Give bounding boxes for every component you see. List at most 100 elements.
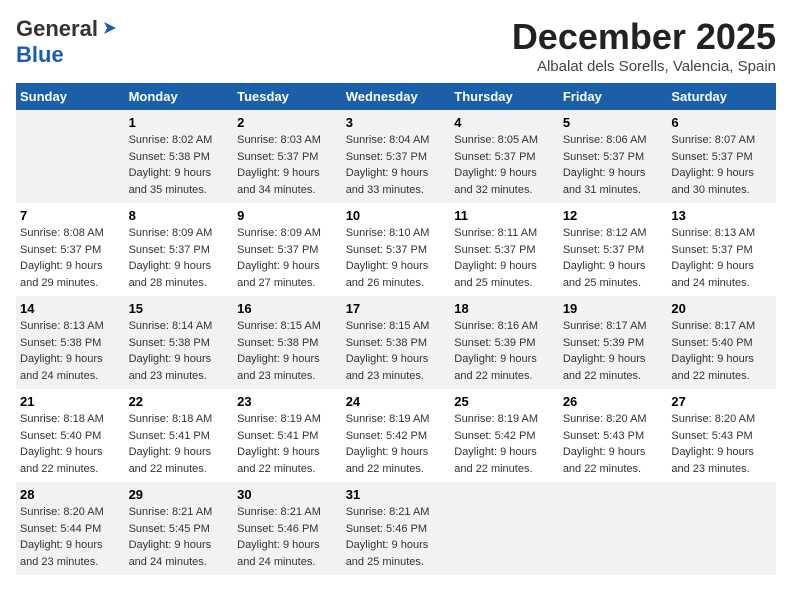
- day-number: 3: [346, 115, 447, 130]
- daylight-label: Daylight: 9 hours and 29 minutes.: [20, 260, 103, 289]
- day-number: 12: [563, 208, 664, 223]
- weekday-header-thursday: Thursday: [450, 83, 559, 110]
- day-number: 4: [454, 115, 555, 130]
- sunrise-label: Sunrise: 8:04 AM: [346, 134, 430, 146]
- sunset-label: Sunset: 5:44 PM: [20, 523, 101, 535]
- sunset-label: Sunset: 5:46 PM: [346, 523, 427, 535]
- day-info: Sunrise: 8:17 AMSunset: 5:39 PMDaylight:…: [563, 318, 664, 384]
- day-number: 13: [671, 208, 772, 223]
- day-number: 19: [563, 301, 664, 316]
- day-number: 7: [20, 208, 121, 223]
- day-number: 15: [129, 301, 230, 316]
- day-info: Sunrise: 8:13 AMSunset: 5:38 PMDaylight:…: [20, 318, 121, 384]
- day-info: Sunrise: 8:10 AMSunset: 5:37 PMDaylight:…: [346, 225, 447, 291]
- calendar-week-row: 7 Sunrise: 8:08 AM Sunset: 5:37 PM Daylight…: [16, 203, 776, 296]
- sunset-label: Sunset: 5:37 PM: [20, 244, 101, 256]
- sunset-label: Sunset: 5:38 PM: [237, 337, 318, 349]
- calendar-cell: 23Sunrise: 8:19 AMSunset: 5:41 PMDayligh…: [233, 389, 342, 482]
- calendar-cell: 1Sunrise: 8:02 AMSunset: 5:38 PMDaylight…: [125, 110, 234, 203]
- calendar-week-row: 21Sunrise: 8:18 AMSunset: 5:40 PMDayligh…: [16, 389, 776, 482]
- calendar-cell: [16, 110, 125, 203]
- sunrise-label: Sunrise: 8:08 AM: [20, 227, 104, 239]
- daylight-label: Daylight: 9 hours and 25 minutes.: [454, 260, 537, 289]
- day-info: Sunrise: 8:21 AMSunset: 5:46 PMDaylight:…: [237, 504, 338, 570]
- day-number: 6: [671, 115, 772, 130]
- calendar-cell: 14 Sunrise: 8:13 AMSunset: 5:38 PMDayligh…: [16, 296, 125, 389]
- day-info: Sunrise: 8:21 AMSunset: 5:45 PMDaylight:…: [129, 504, 230, 570]
- month-year-title: December 2025: [512, 16, 776, 58]
- day-number: 27: [671, 394, 772, 409]
- sunrise-label: Sunrise: 8:09 AM: [237, 227, 321, 239]
- calendar-cell: 6Sunrise: 8:07 AMSunset: 5:37 PMDaylight…: [667, 110, 776, 203]
- sunrise-label: Sunrise: 8:05 AM: [454, 134, 538, 146]
- daylight-label: Daylight: 9 hours and 34 minutes.: [237, 167, 320, 196]
- calendar-cell: [559, 482, 668, 575]
- weekday-header-wednesday: Wednesday: [342, 83, 451, 110]
- calendar-week-row: 1Sunrise: 8:02 AMSunset: 5:38 PMDaylight…: [16, 110, 776, 203]
- day-number: 20: [671, 301, 772, 316]
- sunset-label: Sunset: 5:42 PM: [346, 430, 427, 442]
- sunrise-label: Sunrise: 8:20 AM: [563, 413, 647, 425]
- day-info: Sunrise: 8:11 AMSunset: 5:37 PMDaylight:…: [454, 225, 555, 291]
- sunrise-label: Sunrise: 8:02 AM: [129, 134, 213, 146]
- sunrise-label: Sunrise: 8:09 AM: [129, 227, 213, 239]
- daylight-label: Daylight: 9 hours and 24 minutes.: [20, 353, 103, 382]
- sunset-label: Sunset: 5:39 PM: [563, 337, 644, 349]
- sunrise-label: Sunrise: 8:19 AM: [346, 413, 430, 425]
- sunset-label: Sunset: 5:37 PM: [346, 244, 427, 256]
- sunrise-label: Sunrise: 8:06 AM: [563, 134, 647, 146]
- sunrise-label: Sunrise: 8:21 AM: [129, 506, 213, 518]
- day-info: Sunrise: 8:14 AMSunset: 5:38 PMDaylight:…: [129, 318, 230, 384]
- sunrise-label: Sunrise: 8:18 AM: [129, 413, 213, 425]
- day-info: Sunrise: 8:08 AM Sunset: 5:37 PM Daylight:…: [20, 225, 121, 291]
- daylight-label: Daylight: 9 hours and 24 minutes.: [237, 539, 320, 568]
- sunset-label: Sunset: 5:38 PM: [129, 337, 210, 349]
- calendar-cell: 31Sunrise: 8:21 AMSunset: 5:46 PMDayligh…: [342, 482, 451, 575]
- day-number: 2: [237, 115, 338, 130]
- sunrise-label: Sunrise: 8:19 AM: [454, 413, 538, 425]
- calendar-cell: 22Sunrise: 8:18 AMSunset: 5:41 PMDayligh…: [125, 389, 234, 482]
- calendar-cell: 19Sunrise: 8:17 AMSunset: 5:39 PMDayligh…: [559, 296, 668, 389]
- daylight-label: Daylight: 9 hours and 25 minutes.: [563, 260, 646, 289]
- sunset-label: Sunset: 5:40 PM: [671, 337, 752, 349]
- sunrise-label: Sunrise: 8:19 AM: [237, 413, 321, 425]
- sunrise-label: Sunrise: 8:17 AM: [563, 320, 647, 332]
- calendar-cell: 25Sunrise: 8:19 AMSunset: 5:42 PMDayligh…: [450, 389, 559, 482]
- daylight-label: Daylight: 9 hours and 24 minutes.: [129, 539, 212, 568]
- sunrise-label: Sunrise: 8:10 AM: [346, 227, 430, 239]
- sunrise-label: Sunrise: 8:15 AM: [346, 320, 430, 332]
- day-number: 14: [20, 301, 121, 316]
- daylight-label: Daylight: 9 hours and 22 minutes.: [237, 446, 320, 475]
- day-number: 11: [454, 208, 555, 223]
- sunrise-label: Sunrise: 8:11 AM: [454, 227, 537, 239]
- sunset-label: Sunset: 5:43 PM: [671, 430, 752, 442]
- day-number: 5: [563, 115, 664, 130]
- daylight-label: Daylight: 9 hours and 22 minutes.: [129, 446, 212, 475]
- sunset-label: Sunset: 5:37 PM: [237, 151, 318, 163]
- sunset-label: Sunset: 5:39 PM: [454, 337, 535, 349]
- calendar-cell: [450, 482, 559, 575]
- calendar-cell: 18Sunrise: 8:16 AMSunset: 5:39 PMDayligh…: [450, 296, 559, 389]
- day-number: 29: [129, 487, 230, 502]
- sunrise-label: Sunrise: 8:13 AM: [671, 227, 755, 239]
- sunset-label: Sunset: 5:37 PM: [563, 244, 644, 256]
- daylight-label: Daylight: 9 hours and 28 minutes.: [129, 260, 212, 289]
- day-info: Sunrise: 8:16 AMSunset: 5:39 PMDaylight:…: [454, 318, 555, 384]
- calendar-cell: 17Sunrise: 8:15 AMSunset: 5:38 PMDayligh…: [342, 296, 451, 389]
- location-subtitle: Albalat dels Sorells, Valencia, Spain: [512, 58, 776, 75]
- day-info: Sunrise: 8:19 AMSunset: 5:42 PMDaylight:…: [454, 411, 555, 477]
- calendar-week-row: 14 Sunrise: 8:13 AMSunset: 5:38 PMDayligh…: [16, 296, 776, 389]
- sunset-label: Sunset: 5:37 PM: [346, 151, 427, 163]
- day-number: 28: [20, 487, 121, 502]
- calendar-cell: 21Sunrise: 8:18 AMSunset: 5:40 PMDayligh…: [16, 389, 125, 482]
- sunset-label: Sunset: 5:37 PM: [237, 244, 318, 256]
- day-number: 10: [346, 208, 447, 223]
- logo-general-text: General: [16, 16, 98, 42]
- calendar-cell: 16Sunrise: 8:15 AMSunset: 5:38 PMDayligh…: [233, 296, 342, 389]
- sunrise-label: Sunrise: 8:21 AM: [237, 506, 321, 518]
- daylight-label: Daylight: 9 hours and 23 minutes.: [129, 353, 212, 382]
- calendar-cell: 8Sunrise: 8:09 AMSunset: 5:37 PMDaylight…: [125, 203, 234, 296]
- sunset-label: Sunset: 5:38 PM: [129, 151, 210, 163]
- calendar-cell: 9Sunrise: 8:09 AMSunset: 5:37 PMDaylight…: [233, 203, 342, 296]
- sunset-label: Sunset: 5:41 PM: [237, 430, 318, 442]
